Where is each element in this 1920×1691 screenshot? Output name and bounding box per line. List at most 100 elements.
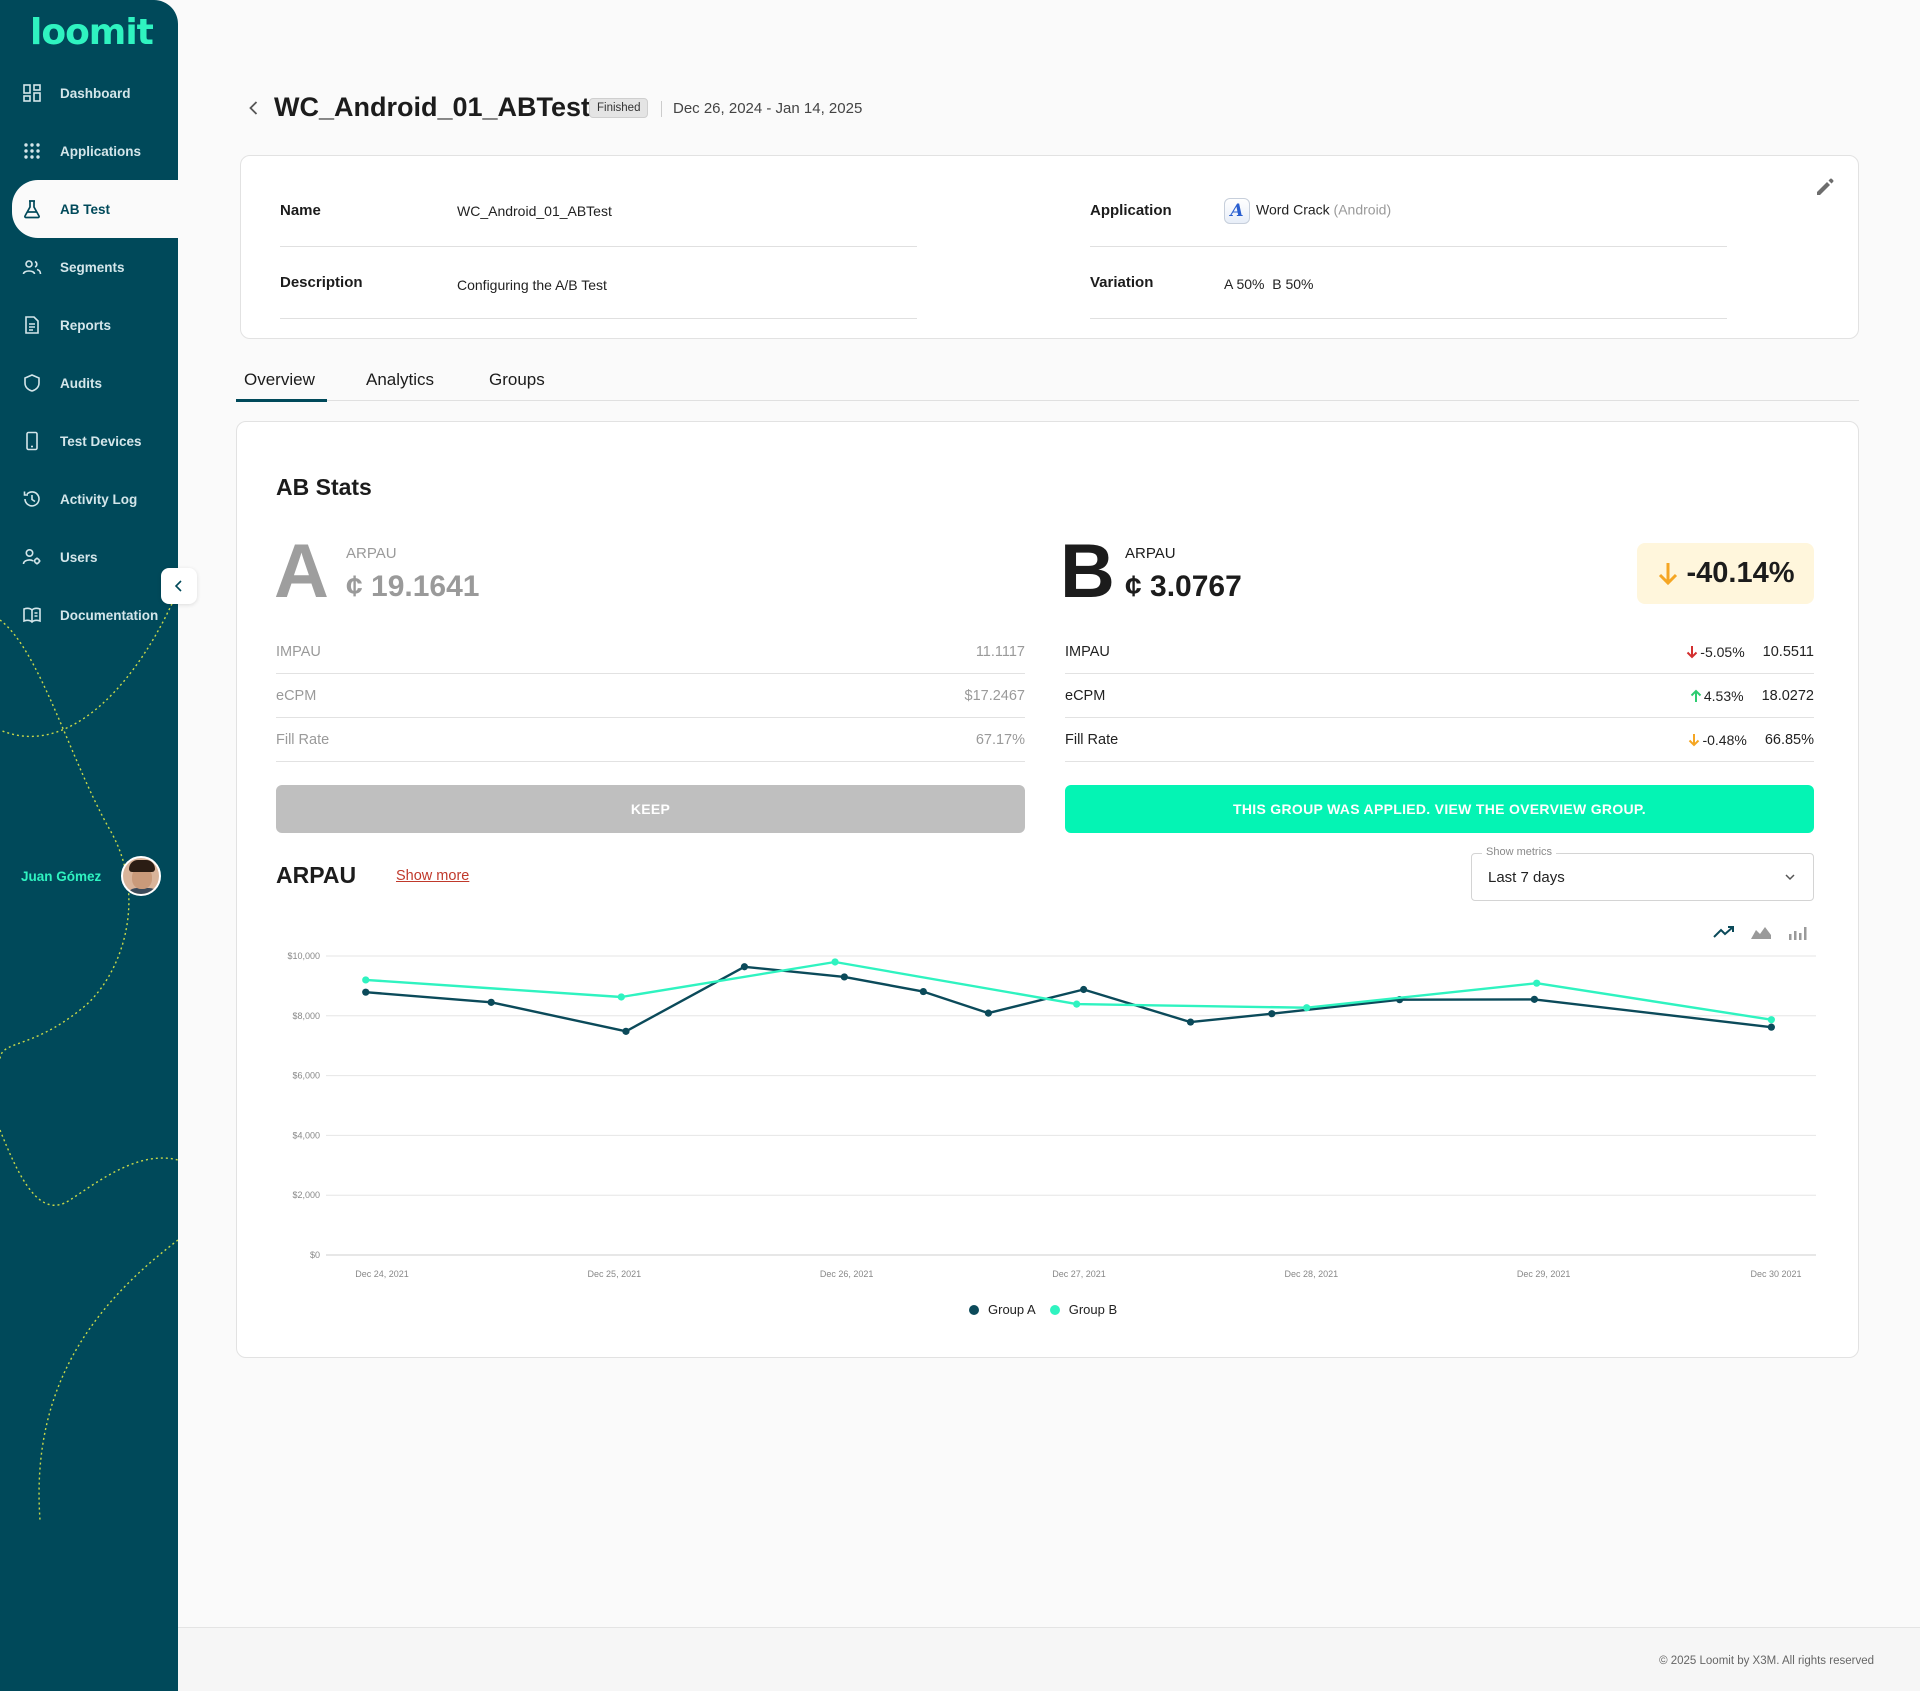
- stat-value: 67.17%: [975, 731, 1025, 748]
- x-tick-label: Dec 24, 2021: [355, 1269, 409, 1279]
- avatar[interactable]: [121, 856, 161, 896]
- view-overview-group-button[interactable]: THIS GROUP WAS APPLIED. VIEW THE OVERVIE…: [1065, 785, 1814, 833]
- tab-analytics[interactable]: Analytics: [366, 370, 434, 390]
- sidebar-item-activity-log[interactable]: Activity Log: [0, 470, 178, 528]
- group-b-row-impau: IMPAU -5.05% 10.5511: [1065, 630, 1814, 674]
- stat-label: IMPAU: [1065, 643, 1110, 660]
- name-value: WC_Android_01_ABTest: [457, 202, 612, 219]
- ab-stats-title: AB Stats: [276, 474, 372, 500]
- dashboard-icon: [23, 84, 41, 102]
- sidebar-collapse-button[interactable]: [161, 568, 197, 604]
- x-tick-label: Dec 26, 2021: [820, 1269, 874, 1279]
- flask-icon: [24, 200, 40, 219]
- back-arrow-icon[interactable]: [244, 98, 264, 118]
- sidebar-item-segments[interactable]: Segments: [0, 238, 178, 296]
- data-point-group-b: [831, 958, 839, 966]
- arrow-up-icon: [1690, 689, 1702, 702]
- stat-label: IMPAU: [276, 643, 321, 660]
- series-line-group-b: [365, 960, 1772, 1021]
- data-point-group-a: [1186, 1018, 1195, 1026]
- keep-button[interactable]: KEEP: [276, 785, 1025, 833]
- phone-icon: [26, 431, 38, 451]
- stat-value: 18.0272: [1761, 687, 1814, 704]
- user-profile[interactable]: Juan Gómez: [21, 856, 161, 896]
- line-chart-icon[interactable]: [1712, 922, 1736, 942]
- show-metrics-select[interactable]: Show metrics Last 7 days: [1471, 846, 1814, 901]
- stat-delta-value: -0.48%: [1702, 731, 1747, 748]
- sidebar-item-applications[interactable]: Applications: [0, 122, 178, 180]
- bar-chart-icon[interactable]: [1786, 922, 1810, 942]
- variation-value: A 50% B 50%: [1224, 276, 1314, 292]
- y-tick-label: $4,000: [292, 1130, 320, 1140]
- group-b-row-fill-rate: Fill Rate -0.48% 66.85%: [1065, 718, 1814, 762]
- group-a-row-fill-rate: Fill Rate 67.17%: [276, 718, 1025, 762]
- area-chart-icon[interactable]: [1749, 922, 1773, 942]
- group-a-arpau-value: ¢ 19.1641: [346, 570, 480, 603]
- stat-label: Fill Rate: [1065, 731, 1119, 748]
- stat-delta: -5.05%: [1686, 644, 1745, 660]
- y-tick-label: $6,000: [292, 1071, 320, 1081]
- data-point-group-a: [1530, 995, 1538, 1003]
- loomit-logo[interactable]: loomit: [30, 12, 154, 53]
- sidebar-item-users[interactable]: Users: [0, 528, 178, 586]
- sidebar-item-dashboard[interactable]: Dashboard: [0, 64, 178, 122]
- sidebar: loomit Dashboard Applications AB Test Se…: [0, 0, 178, 1691]
- stat-value: $17.2467: [964, 687, 1025, 704]
- legend-item-group-b[interactable]: Group B: [1049, 1302, 1117, 1317]
- show-more-link[interactable]: Show more: [396, 868, 469, 884]
- data-point-group-a: [1767, 1023, 1775, 1031]
- x-tick-label: Dec 25, 2021: [588, 1269, 642, 1279]
- arrow-down-icon: [1659, 562, 1678, 585]
- header-divider: [661, 101, 662, 117]
- word-crack-app-icon: A: [1224, 197, 1250, 224]
- application-platform: (Android): [1333, 201, 1392, 218]
- sidebar-item-test-devices[interactable]: Test Devices: [0, 412, 178, 470]
- date-range: Dec 26, 2024 - Jan 14, 2025: [673, 100, 863, 117]
- variation-label: Variation: [1090, 274, 1154, 291]
- application-value: A Word Crack (Android): [1224, 197, 1392, 224]
- info-row-application: Application A Word Crack (Android): [1090, 175, 1727, 247]
- group-a-arpau-label: ARPAU: [346, 545, 397, 562]
- legend-item-group-a[interactable]: Group A: [969, 1302, 1036, 1317]
- sidebar-item-label: Applications: [60, 143, 142, 159]
- info-row-name: Name WC_Android_01_ABTest: [280, 175, 917, 247]
- data-point-group-b: [1533, 979, 1541, 987]
- group-b-arpau-value: ¢ 3.0767: [1125, 570, 1242, 603]
- stat-value: 10.5511: [1762, 643, 1814, 660]
- sidebar-nav: Dashboard Applications AB Test Segments …: [0, 64, 178, 644]
- sidebar-item-label: Documentation: [60, 607, 159, 623]
- stat-label: eCPM: [276, 687, 317, 704]
- name-label: Name: [280, 202, 321, 219]
- sidebar-item-ab-test[interactable]: AB Test: [12, 180, 178, 238]
- sidebar-item-label: Activity Log: [60, 491, 138, 507]
- shield-icon: [24, 374, 40, 392]
- user-settings-icon: [22, 548, 41, 565]
- sidebar-item-reports[interactable]: Reports: [0, 296, 178, 354]
- series-line-group-a: [365, 965, 1772, 1033]
- data-point-group-b: [617, 993, 625, 1001]
- tab-groups[interactable]: Groups: [489, 370, 545, 390]
- users-group-icon: [22, 260, 42, 275]
- data-point-group-a: [362, 988, 370, 996]
- sidebar-item-label: Users: [60, 549, 98, 565]
- data-point-group-a: [487, 998, 495, 1006]
- chart-legend: Group A Group B: [969, 1302, 1131, 1317]
- stat-delta: -0.48%: [1688, 731, 1747, 748]
- history-icon: [23, 491, 40, 507]
- select-label: Show metrics: [1482, 846, 1557, 858]
- sidebar-item-audits[interactable]: Audits: [0, 354, 178, 412]
- y-tick-label: $10,000: [287, 951, 320, 961]
- sidebar-item-documentation[interactable]: Documentation: [0, 586, 178, 644]
- tab-overview[interactable]: Overview: [236, 370, 327, 402]
- sidebar-item-label: Test Devices: [60, 433, 142, 449]
- pencil-icon[interactable]: [1814, 176, 1836, 198]
- y-tick-label: $2,000: [292, 1190, 320, 1200]
- arrow-down-icon: [1689, 733, 1700, 746]
- sidebar-item-label: Segments: [60, 259, 125, 275]
- group-a-letter: A: [274, 529, 329, 614]
- arrow-down-icon: [1687, 645, 1698, 658]
- info-row-description: Description Configuring the A/B Test: [280, 247, 917, 319]
- group-b-arpau-label: ARPAU: [1125, 545, 1176, 562]
- info-row-variation: Variation A 50% B 50%: [1090, 247, 1727, 319]
- data-point-group-a: [1268, 1010, 1276, 1018]
